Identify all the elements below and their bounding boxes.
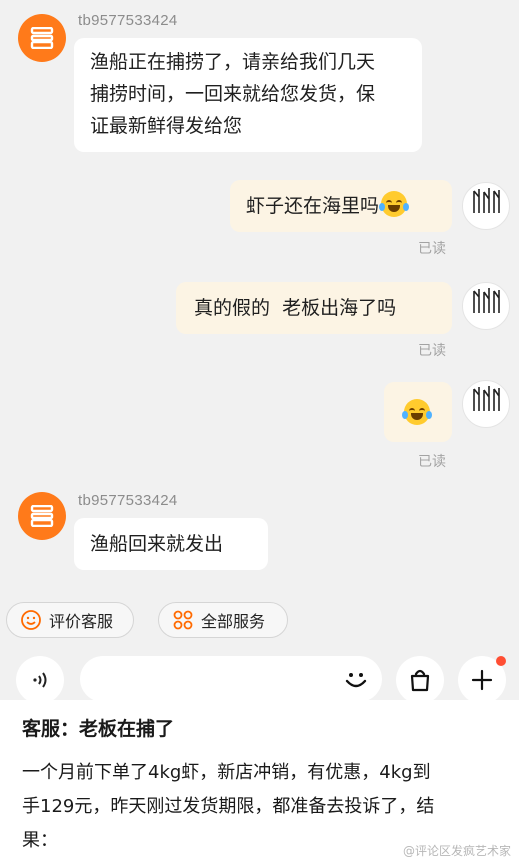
laughing-tears-emoji-icon <box>402 399 432 425</box>
plus-icon <box>471 669 493 691</box>
post-body-line: 手129元，昨天刚过发货期限，都准备去投诉了，结 <box>22 796 435 817</box>
smile-icon <box>19 608 43 632</box>
post-title: 客服：老板在捕了 <box>22 718 175 740</box>
store-icon <box>30 505 54 527</box>
user-avatar-art-icon <box>473 386 500 411</box>
sender-name: tb9577533424 <box>78 12 178 29</box>
shop-avatar[interactable] <box>18 14 66 62</box>
shop-avatar[interactable] <box>18 492 66 540</box>
message-text: 渔船回来就发出 <box>90 533 224 555</box>
notification-dot <box>496 656 506 666</box>
shopping-bag-icon <box>410 669 430 692</box>
voice-icon <box>33 672 47 688</box>
sender-name: tb9577533424 <box>78 492 178 509</box>
message-bubble-shop[interactable]: 渔船正在捕捞了，请亲给我们几天 捕捞时间，一回来就给您发货，保 证最新鲜得发给您 <box>74 38 422 152</box>
message-text-line: 渔船正在捕捞了，请亲给我们几天 <box>90 51 376 73</box>
message-text-line: 捕捞时间，一回来就给您发货，保 <box>90 83 376 105</box>
emoji-button[interactable] <box>332 656 380 704</box>
message-text-line: 证最新鲜得发给您 <box>90 115 243 137</box>
read-status: 已读 <box>418 454 446 470</box>
all-services-label: 全部服务 <box>201 612 266 631</box>
user-avatar[interactable] <box>462 182 510 230</box>
user-avatar[interactable] <box>462 380 510 428</box>
rate-service-button[interactable]: 评价客服 <box>6 602 134 638</box>
laughing-tears-emoji-icon <box>379 191 410 217</box>
store-icon <box>30 27 54 49</box>
message-text: 虾子还在海里吗 <box>246 195 380 217</box>
user-avatar-art-icon <box>473 288 500 313</box>
product-button[interactable] <box>396 656 444 704</box>
grid-services-icon <box>171 608 195 632</box>
read-status: 已读 <box>418 343 446 359</box>
user-avatar[interactable] <box>462 282 510 330</box>
message-bubble-user[interactable]: 真的假的 老板出海了吗 <box>176 282 452 334</box>
message-text: 真的假的 老板出海了吗 <box>194 297 397 319</box>
post-body-line: 一个月前下单了4kg虾，新店冲销，有优惠，4kg到 <box>22 762 431 783</box>
rate-service-label: 评价客服 <box>49 612 114 631</box>
read-status: 已读 <box>418 241 446 257</box>
watermark: @评论区发疯艺术家 <box>402 844 511 858</box>
user-avatar-art-icon <box>473 188 500 213</box>
voice-input-button[interactable] <box>16 656 64 704</box>
smiley-icon <box>345 673 367 688</box>
message-bubble-user[interactable] <box>384 382 452 442</box>
all-services-button[interactable]: 全部服务 <box>158 602 288 638</box>
message-bubble-shop[interactable]: 渔船回来就发出 <box>74 518 268 570</box>
message-bubble-user[interactable]: 虾子还在海里吗 <box>230 180 452 232</box>
